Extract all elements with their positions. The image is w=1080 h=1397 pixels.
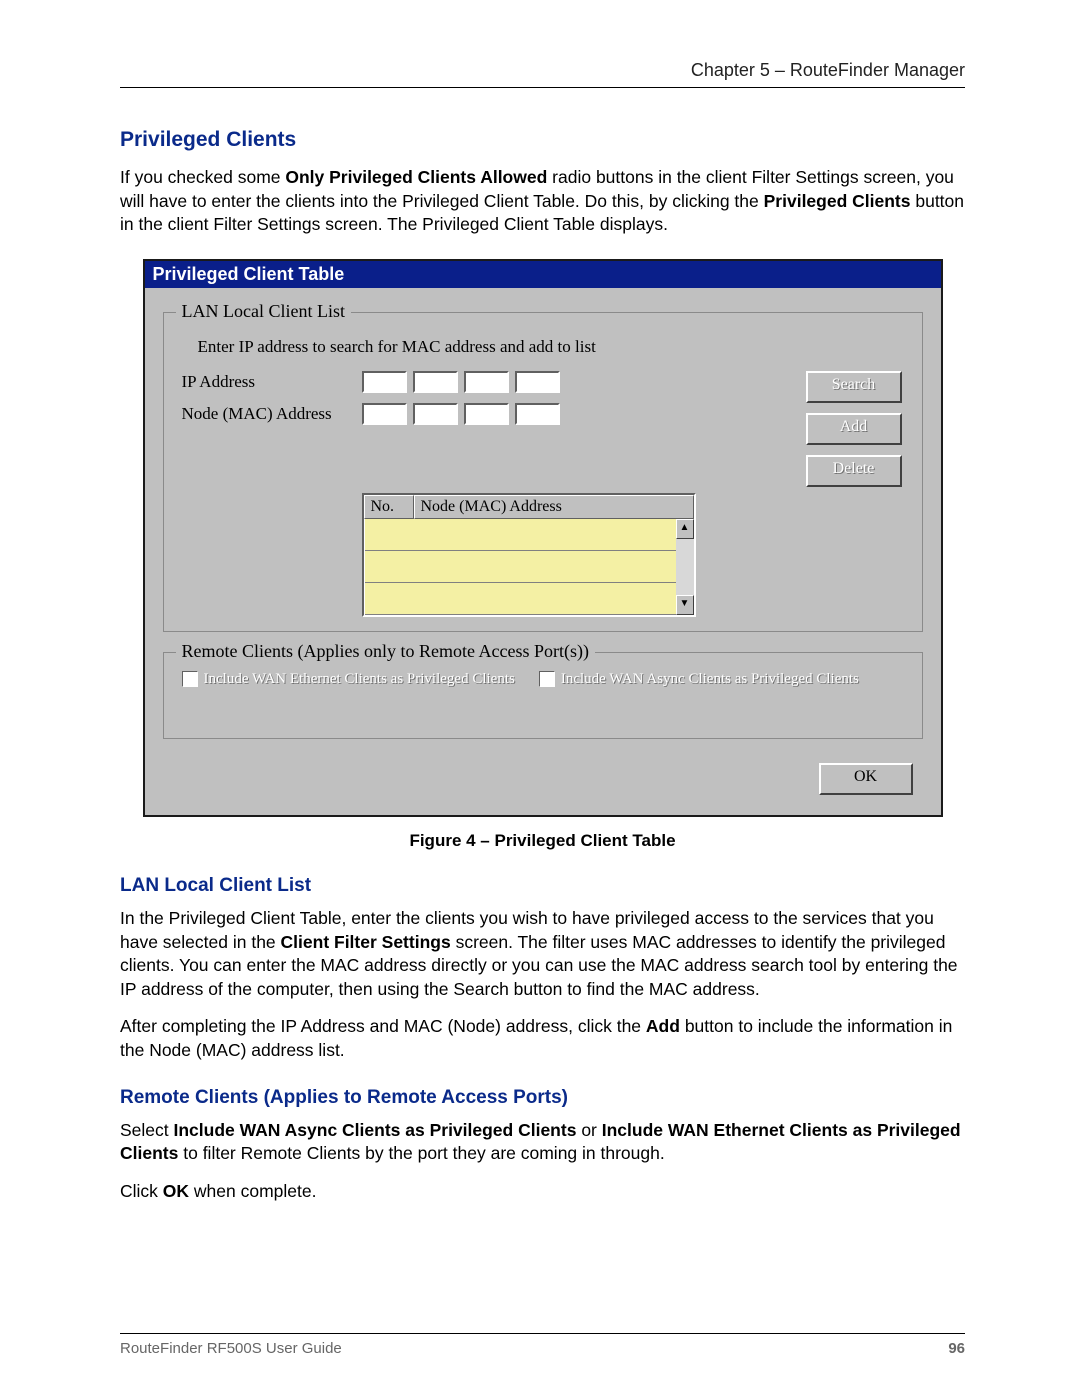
header-rule: [120, 87, 965, 88]
intro-paragraph: If you checked some Only Privileged Clie…: [120, 166, 965, 237]
mac-label: Node (MAC) Address: [182, 404, 362, 424]
list-body[interactable]: [364, 519, 676, 615]
mac-list[interactable]: No. Node (MAC) Address ▲ ▼: [362, 493, 696, 617]
mac-octet-4[interactable]: [515, 403, 560, 425]
lan-p1-bold: Client Filter Settings: [281, 932, 451, 952]
remote-ok-text: Click: [120, 1181, 163, 1201]
mac-list-zone: No. Node (MAC) Address ▲ ▼: [182, 493, 908, 617]
section-title: Privileged Clients: [120, 128, 965, 152]
page-footer: RouteFinder RF500S User Guide 96: [120, 1333, 965, 1357]
ok-row: OK: [163, 759, 923, 805]
mac-octet-2[interactable]: [413, 403, 458, 425]
footer-guide: RouteFinder RF500S User Guide: [120, 1340, 342, 1357]
search-button[interactable]: Search: [806, 371, 902, 403]
chapter-header: Chapter 5 – RouteFinder Manager: [120, 60, 965, 87]
scroll-track[interactable]: [676, 539, 694, 595]
lan-p2-bold: Add: [646, 1016, 680, 1036]
footer-page-number: 96: [948, 1340, 965, 1357]
mac-octet-3[interactable]: [464, 403, 509, 425]
ip-octet-4[interactable]: [515, 371, 560, 393]
remote-p1: Select Include WAN Async Clients as Priv…: [120, 1119, 965, 1166]
add-button[interactable]: Add: [806, 413, 902, 445]
check-ethernet-item[interactable]: Include WAN Ethernet Clients as Privileg…: [182, 671, 515, 688]
remote-ok-bold: OK: [163, 1181, 189, 1201]
remote-p-ok: Click OK when complete.: [120, 1180, 965, 1204]
remote-p-text: or: [581, 1120, 601, 1140]
lan-instruction: Enter IP address to search for MAC addre…: [198, 337, 908, 357]
ip-octet-3[interactable]: [464, 371, 509, 393]
checkbox-icon[interactable]: [539, 671, 555, 687]
ip-octets: [362, 371, 560, 393]
lan-group-legend: LAN Local Client List: [176, 301, 351, 322]
remote-p-text: Select: [120, 1120, 174, 1140]
ip-octet-2[interactable]: [413, 371, 458, 393]
footer-rule: [120, 1333, 965, 1334]
list-scrollbar[interactable]: ▲ ▼: [676, 519, 694, 615]
remote-check-row: Include WAN Ethernet Clients as Privileg…: [182, 671, 908, 688]
delete-button[interactable]: Delete: [806, 455, 902, 487]
document-page: Chapter 5 – RouteFinder Manager Privileg…: [0, 0, 1080, 1397]
remote-p-text: to filter Remote Clients by the port the…: [183, 1143, 665, 1163]
check-async-label: Include WAN Async Clients as Privileged …: [561, 671, 859, 688]
scroll-up-icon[interactable]: ▲: [676, 519, 694, 539]
list-header: No. Node (MAC) Address: [364, 495, 694, 519]
mac-row: Node (MAC) Address: [182, 403, 560, 425]
privileged-client-dialog: Privileged Client Table LAN Local Client…: [143, 259, 943, 817]
dialog-body: LAN Local Client List Enter IP address t…: [145, 288, 941, 815]
lan-p2-text: After completing the IP Address and MAC …: [120, 1016, 646, 1036]
dialog-titlebar: Privileged Client Table: [145, 261, 941, 288]
ip-octet-1[interactable]: [362, 371, 407, 393]
button-column: Search Add Delete: [806, 371, 902, 487]
ip-label: IP Address: [182, 372, 362, 392]
ok-button[interactable]: OK: [819, 763, 913, 795]
dialog-figure: Privileged Client Table LAN Local Client…: [143, 259, 943, 817]
mac-octet-1[interactable]: [362, 403, 407, 425]
remote-groupbox: Remote Clients (Applies only to Remote A…: [163, 652, 923, 739]
lan-p1: In the Privileged Client Table, enter th…: [120, 907, 965, 1002]
remote-section-title: Remote Clients (Applies to Remote Access…: [120, 1087, 965, 1109]
mac-octets: [362, 403, 560, 425]
remote-group-legend: Remote Clients (Applies only to Remote A…: [176, 641, 595, 662]
intro-text: If you checked some: [120, 167, 285, 187]
lan-groupbox: LAN Local Client List Enter IP address t…: [163, 312, 923, 632]
figure-caption: Figure 4 – Privileged Client Table: [120, 831, 965, 851]
intro-bold-2: Privileged Clients: [764, 191, 911, 211]
lan-p2: After completing the IP Address and MAC …: [120, 1015, 965, 1062]
lan-section-title: LAN Local Client List: [120, 875, 965, 897]
check-ethernet-label: Include WAN Ethernet Clients as Privileg…: [204, 671, 515, 688]
remote-ok-text: when complete.: [194, 1181, 317, 1201]
remote-p-bold1: Include WAN Async Clients as Privileged …: [174, 1120, 577, 1140]
checkbox-icon[interactable]: [182, 671, 198, 687]
intro-bold-1: Only Privileged Clients Allowed: [285, 167, 547, 187]
list-header-no: No.: [364, 495, 414, 519]
check-async-item[interactable]: Include WAN Async Clients as Privileged …: [539, 671, 859, 688]
list-header-mac: Node (MAC) Address: [414, 495, 694, 519]
scroll-down-icon[interactable]: ▼: [676, 595, 694, 615]
ip-row: IP Address: [182, 371, 560, 393]
